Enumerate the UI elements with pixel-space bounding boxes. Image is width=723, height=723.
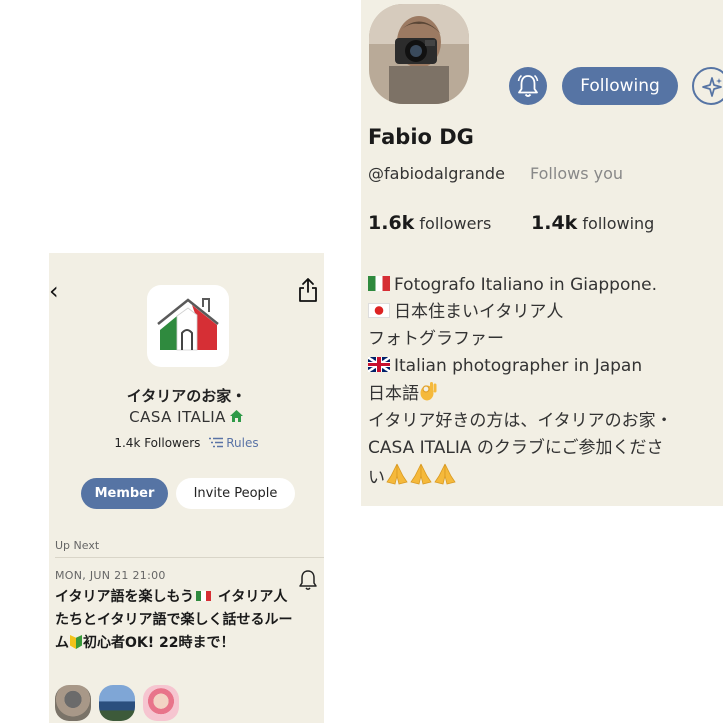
bio-line: イタリア好きの方は、イタリアのお家・: [368, 411, 673, 431]
bio-text: い: [368, 468, 385, 488]
club-stats: 1.4k Followers Rules: [49, 436, 324, 450]
back-chevron-icon[interactable]: ‹: [49, 279, 63, 303]
house-icon: [229, 410, 243, 422]
japan-flag-icon: [368, 303, 390, 318]
followers-label: followers: [419, 214, 492, 233]
profile-page: Following Fabio DG @fabiodalgrande Follo…: [361, 0, 723, 506]
avatar[interactable]: [55, 685, 91, 721]
ok-hand-icon: [420, 382, 437, 401]
following-button[interactable]: Following: [562, 67, 678, 105]
divider: [55, 557, 324, 558]
profile-handle: @fabiodalgrande: [368, 164, 505, 183]
club-title: イタリアのお家・: [126, 387, 247, 405]
bio-text: Italian photographer in Japan: [394, 356, 643, 376]
italy-flag-icon: [368, 276, 390, 291]
italy-flag-icon: [196, 591, 212, 601]
bio-line: 日本住まいイタリア人: [368, 299, 720, 326]
avatar[interactable]: [369, 4, 469, 104]
sparkle-button[interactable]: [692, 67, 723, 105]
profile-name: Fabio DG: [368, 125, 474, 149]
bell-icon[interactable]: [298, 569, 318, 591]
sparkle-icon: [702, 77, 722, 97]
up-next-label: Up Next: [55, 539, 100, 552]
club-page: ‹ イタリアのお家・ CASA ITALIA 1.4k Followers Ru…: [49, 253, 324, 723]
bio-line: CASA ITALIA のクラブにご参加くださ: [368, 438, 664, 458]
bio-text: 日本住まいイタリア人: [394, 302, 564, 322]
event-title-part1: イタリア語を楽しもう: [55, 589, 195, 605]
bio-text: 日本語: [368, 384, 419, 404]
beginner-mark-icon: [70, 635, 82, 649]
member-button[interactable]: Member: [81, 478, 168, 509]
event-time: MON, JUN 21 21:00: [55, 569, 166, 582]
followers-stat[interactable]: 1.6k followers: [368, 212, 491, 234]
club-logo: [147, 285, 229, 367]
bio-line: い: [368, 462, 720, 492]
photographer-photo: [369, 4, 469, 104]
rules-label: Rules: [226, 436, 259, 450]
club-followers[interactable]: 1.4k Followers: [114, 436, 200, 450]
bio-line: Fotografo Italiano in Giappone.: [368, 272, 720, 299]
share-icon[interactable]: [296, 277, 320, 303]
event-title-part3: 初心者OK! 22時まで！: [83, 635, 235, 651]
rules-link[interactable]: Rules: [208, 436, 259, 450]
following-count: 1.4k: [531, 212, 578, 234]
following-stat[interactable]: 1.4k following: [531, 212, 654, 234]
avatar[interactable]: [99, 685, 135, 721]
followers-count: 1.6k: [368, 212, 415, 234]
following-label: following: [582, 214, 655, 233]
bio-line: 日本語: [368, 380, 720, 408]
invite-people-button[interactable]: Invite People: [176, 478, 295, 509]
follows-you-badge: Follows you: [530, 164, 624, 183]
house-logo-icon: [157, 298, 219, 351]
list-icon: [209, 437, 224, 448]
club-subtitle-text: CASA ITALIA: [129, 408, 226, 426]
profile-bio: Fotografo Italiano in Giappone. 日本住まいイタリ…: [368, 272, 720, 492]
notification-bell-button[interactable]: [509, 67, 547, 105]
praying-hands-icon: [386, 463, 456, 485]
uk-flag-icon: [368, 357, 390, 372]
bio-line: Italian photographer in Japan: [368, 353, 720, 380]
bell-icon: [517, 74, 539, 97]
avatar[interactable]: [143, 685, 179, 721]
event-title[interactable]: イタリア語を楽しもう イタリア人たちとイタリア語で楽しく話せるルーム 初心者OK!…: [55, 586, 300, 655]
bio-line: フォトグラファー: [368, 329, 504, 349]
club-subtitle: CASA ITALIA: [49, 408, 324, 426]
bio-text: Fotografo Italiano in Giappone.: [394, 275, 658, 295]
